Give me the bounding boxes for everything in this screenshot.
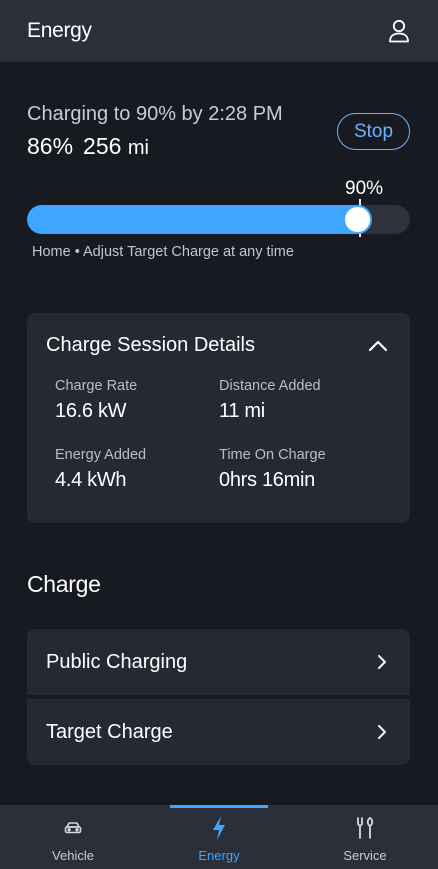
target-charge-slider-handle[interactable]	[342, 205, 372, 234]
active-tab-indicator	[170, 805, 268, 808]
energy-added-value: 4.4 kWh	[55, 469, 127, 491]
charge-session-card: Charge Session Details Charge Rate 16.6 …	[27, 313, 410, 523]
car-icon	[64, 822, 82, 834]
page-title: Energy	[27, 19, 92, 42]
nav-label-energy: Energy	[198, 848, 240, 863]
nav-item-vehicle[interactable]: Vehicle	[0, 805, 146, 869]
session-card-title: Charge Session Details	[46, 334, 255, 356]
lightning-bolt-icon	[213, 816, 225, 840]
charge-location-hint: Home • Adjust Target Charge at any time	[32, 244, 294, 260]
public-charging-row[interactable]: Public Charging	[27, 629, 410, 695]
charge-rate-detail: Charge Rate 16.6 kW	[55, 378, 137, 423]
battery-percent: 86%	[27, 133, 74, 159]
range-value: 256	[83, 133, 122, 159]
collapse-session-button[interactable]	[363, 333, 393, 359]
charging-status: Charging to 90% by 2:28 PM	[27, 103, 283, 125]
energy-added-label: Energy Added	[55, 447, 147, 463]
time-on-charge-value: 0hrs 16min	[219, 469, 315, 491]
stop-charging-button[interactable]: Stop	[337, 113, 410, 150]
profile-button[interactable]	[388, 19, 410, 43]
tools-icon	[357, 817, 374, 839]
target-charge-row[interactable]: Target Charge	[27, 699, 410, 765]
distance-added-value: 11 mi	[219, 400, 265, 422]
range-unit: mi	[127, 137, 149, 159]
target-charge-label: Target Charge	[46, 720, 173, 743]
charge-rate-value: 16.6 kW	[55, 400, 127, 422]
nav-label-vehicle: Vehicle	[52, 848, 94, 863]
bottom-navigation: Vehicle Energy Service	[0, 805, 438, 869]
public-charging-label: Public Charging	[46, 650, 188, 673]
person-icon	[389, 19, 409, 43]
target-charge-label: 90%	[345, 178, 384, 199]
energy-added-detail: Energy Added 4.4 kWh	[55, 447, 146, 492]
nav-label-service: Service	[343, 848, 387, 863]
charge-rate-label: Charge Rate	[55, 378, 138, 394]
chevron-right-icon	[378, 655, 386, 669]
nav-item-service[interactable]: Service	[292, 805, 438, 869]
chevron-right-icon	[378, 725, 386, 739]
distance-added-label: Distance Added	[219, 378, 321, 394]
nav-item-energy[interactable]: Energy	[146, 805, 292, 869]
chevron-up-icon	[368, 340, 388, 352]
time-on-charge-label: Time On Charge	[219, 447, 326, 463]
charge-level-fill	[27, 205, 358, 234]
top-app-bar: Energy	[0, 0, 438, 62]
charge-section-title: Charge	[27, 571, 101, 597]
battery-metrics: 86% 256 mi	[27, 133, 149, 160]
time-on-charge-detail: Time On Charge 0hrs 16min	[219, 447, 326, 492]
distance-added-detail: Distance Added 11 mi	[219, 378, 321, 423]
